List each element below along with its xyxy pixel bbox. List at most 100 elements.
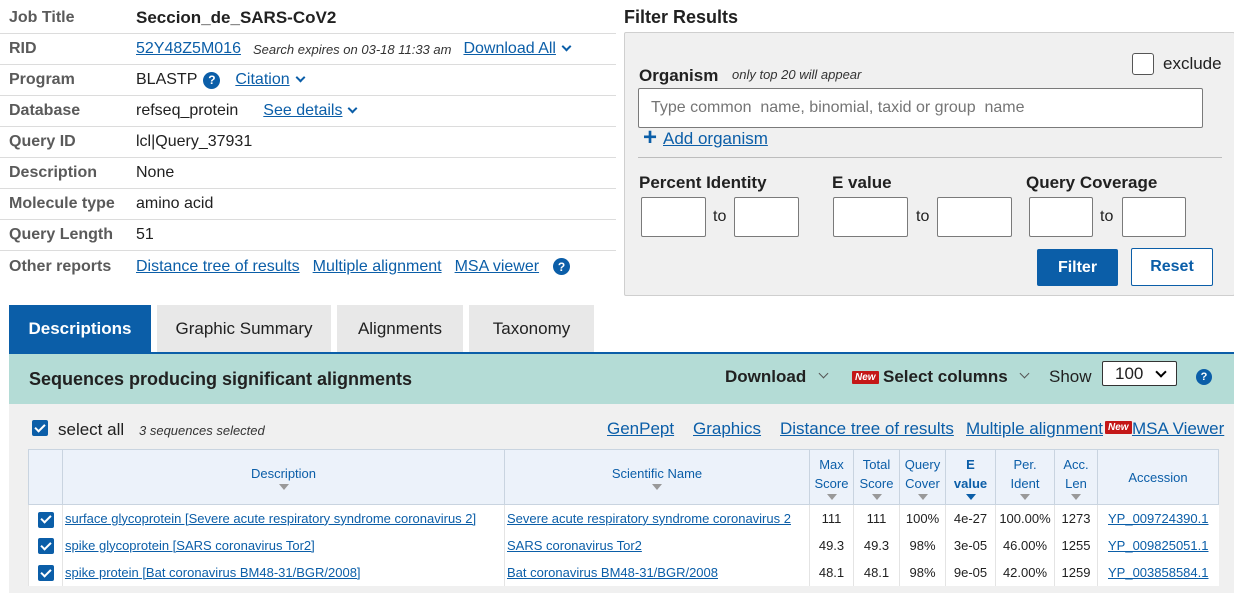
per-ident-cell: 42.00% — [995, 558, 1055, 586]
select-all-checkbox[interactable] — [32, 420, 48, 436]
query-id-label: Query ID — [9, 133, 76, 150]
table-header-row: Description Scientific Name Max Score Tot… — [28, 449, 1219, 505]
chevron-down-icon[interactable] — [295, 72, 306, 82]
max-score-column-header[interactable]: Max Score — [809, 449, 854, 505]
select-columns-dropdown[interactable]: Select columns — [883, 367, 1008, 387]
show-label: Show — [1049, 367, 1092, 386]
table-row: spike protein [Bat coronavirus BM48-31/B… — [28, 558, 1219, 586]
select-all-label: select all — [58, 420, 125, 439]
row-checkbox[interactable] — [37, 538, 54, 555]
scientific-name-link[interactable]: Severe acute respiratory syndrome corona… — [507, 511, 791, 526]
msa-viewer-link[interactable]: MSA viewer — [455, 258, 539, 276]
download-dropdown[interactable]: Download — [725, 367, 806, 387]
tab-alignments[interactable]: Alignments — [337, 305, 463, 353]
job-title-label: Job Title — [9, 9, 75, 26]
description-link[interactable]: spike glycoprotein [SARS coronavirus Tor… — [65, 538, 315, 553]
help-icon[interactable]: ? — [553, 258, 571, 275]
scientific-name-column-header[interactable]: Scientific Name — [504, 449, 810, 505]
evalue-from-input[interactable] — [833, 197, 908, 237]
job-title-row: Job Title Seccion_de_SARS-CoV2 — [0, 3, 616, 34]
search-expires-text: Search expires on 03-18 11:33 am — [252, 41, 452, 57]
chevron-down-icon[interactable] — [561, 41, 572, 51]
to-label: to — [916, 208, 930, 225]
rid-link[interactable]: 52Y48Z5M016 — [136, 40, 241, 58]
description-row: Description None — [0, 158, 616, 189]
accession-link[interactable]: YP_003858584.1 — [1108, 565, 1208, 580]
filter-panel: Organism only top 20 will appear exclude… — [624, 32, 1234, 296]
scientific-name-link[interactable]: Bat coronavirus BM48-31/BGR/2008 — [507, 565, 718, 580]
tab-taxonomy[interactable]: Taxonomy — [469, 305, 594, 353]
query-cover-column-header[interactable]: Query Cover — [899, 449, 946, 505]
program-value: BLASTP — [136, 71, 198, 88]
see-details-link[interactable]: See details — [263, 102, 342, 120]
percent-identity-to-input[interactable] — [734, 197, 799, 237]
query-coverage-to-input[interactable] — [1122, 197, 1186, 237]
max-score-cell: 111 — [809, 504, 854, 532]
plus-icon[interactable]: + — [643, 126, 657, 150]
chevron-down-icon[interactable] — [818, 368, 829, 379]
results-header: Sequences producing significant alignmen… — [9, 354, 1234, 404]
reset-button[interactable]: Reset — [1131, 248, 1213, 286]
graphics-link[interactable]: Graphics — [693, 419, 761, 439]
accession-column-header[interactable]: Accession — [1097, 449, 1219, 505]
results-table: Description Scientific Name Max Score Tot… — [28, 449, 1219, 586]
description-link[interactable]: spike protein [Bat coronavirus BM48-31/B… — [65, 565, 361, 580]
total-score-cell: 49.3 — [853, 531, 900, 559]
molecule-type-value: amino acid — [136, 195, 214, 212]
chevron-down-icon[interactable] — [348, 103, 358, 113]
citation-link[interactable]: Citation — [235, 71, 289, 89]
distance-tree-link[interactable]: Distance tree of results — [136, 258, 300, 276]
tab-graphic-summary[interactable]: Graphic Summary — [157, 305, 331, 353]
query-cover-cell: 98% — [899, 558, 946, 586]
other-reports-row: Other reports Distance tree of results M… — [0, 251, 616, 282]
filter-button[interactable]: Filter — [1037, 249, 1118, 286]
multiple-alignment-link[interactable]: Multiple alignment — [313, 258, 442, 276]
query-coverage-from-input[interactable] — [1029, 197, 1093, 237]
new-badge: New — [1105, 421, 1132, 434]
per-ident-cell: 46.00% — [995, 531, 1055, 559]
chevron-down-icon[interactable] — [1019, 368, 1030, 379]
scientific-name-link[interactable]: SARS coronavirus Tor2 — [507, 538, 642, 553]
add-organism-link[interactable]: Add organism — [663, 129, 768, 149]
description-column-header[interactable]: Description — [62, 449, 505, 505]
row-checkbox[interactable] — [37, 511, 54, 528]
show-count-select[interactable]: 100 — [1102, 361, 1177, 386]
acc-len-column-header[interactable]: Acc. Len — [1054, 449, 1098, 505]
e-value-column-header[interactable]: Evalue — [945, 449, 996, 505]
help-icon[interactable]: ? — [1196, 369, 1212, 385]
sort-arrow-icon — [1020, 493, 1030, 500]
distance-tree-link[interactable]: Distance tree of results — [780, 419, 954, 439]
row-checkbox[interactable] — [37, 565, 54, 582]
organism-input[interactable] — [638, 88, 1203, 128]
program-label: Program — [9, 71, 75, 88]
results-title: Sequences producing significant alignmen… — [29, 368, 413, 389]
multiple-alignment-link[interactable]: Multiple alignment — [966, 419, 1103, 439]
organism-label: Organism — [639, 66, 719, 85]
database-value: refseq_protein — [136, 102, 239, 119]
tab-descriptions[interactable]: Descriptions — [9, 305, 151, 353]
genpept-link[interactable]: GenPept — [607, 419, 674, 439]
accession-link[interactable]: YP_009724390.1 — [1108, 511, 1208, 526]
accession-link[interactable]: YP_009825051.1 — [1108, 538, 1208, 553]
table-row: surface glycoprotein [Severe acute respi… — [28, 504, 1219, 532]
evalue-to-input[interactable] — [937, 197, 1012, 237]
sort-arrow-icon — [826, 493, 837, 500]
total-score-cell: 48.1 — [853, 558, 900, 586]
help-icon[interactable]: ? — [203, 71, 221, 89]
rid-label: RID — [9, 40, 37, 57]
per-ident-column-header[interactable]: Per. Ident — [995, 449, 1055, 505]
query-coverage-label: Query Coverage — [1026, 173, 1158, 192]
msa-viewer-link[interactable]: MSA Viewer — [1132, 419, 1224, 439]
percent-identity-from-input[interactable] — [641, 197, 706, 237]
max-score-cell: 48.1 — [809, 558, 854, 586]
acc-len-cell: 1255 — [1054, 531, 1098, 559]
description-link[interactable]: surface glycoprotein [Severe acute respi… — [65, 511, 476, 526]
exclude-checkbox[interactable] — [1132, 53, 1154, 75]
download-all-link[interactable]: Download All — [463, 40, 556, 58]
database-row: Database refseq_protein See details — [0, 96, 616, 127]
table-row: spike glycoprotein [SARS coronavirus Tor… — [28, 531, 1219, 559]
total-score-column-header[interactable]: Total Score — [853, 449, 900, 505]
query-id-value: lcl|Query_37931 — [136, 133, 253, 150]
molecule-type-label: Molecule type — [9, 195, 115, 212]
query-cover-cell: 98% — [899, 531, 946, 559]
